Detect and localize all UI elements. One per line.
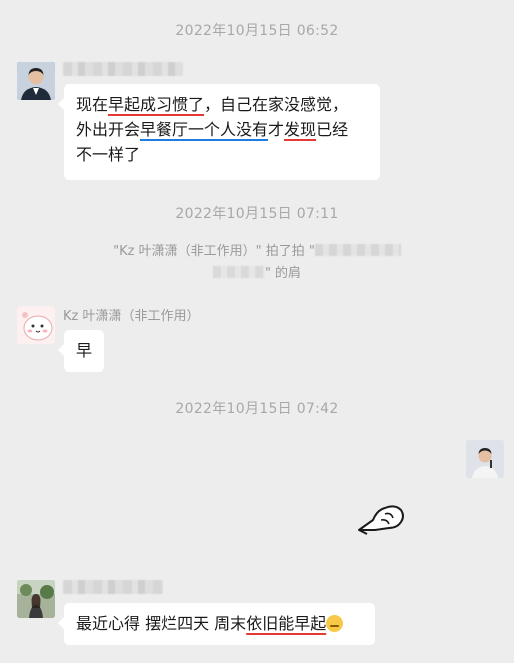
sender-name-blurred xyxy=(63,580,163,594)
message-line: 现在早起成习惯了，自己在家没感觉， xyxy=(76,95,349,114)
self-avatar[interactable] xyxy=(466,440,504,478)
highlighted-text: 早餐厅一个人没有 xyxy=(140,120,269,139)
timestamp: 2022年10月15日 07:11 xyxy=(175,206,339,222)
blurred-name xyxy=(314,244,401,256)
cartoon-avatar-icon xyxy=(17,306,55,344)
pat-notice-line2: " 的肩 xyxy=(0,263,514,285)
message-line: 不一样了 xyxy=(76,145,141,164)
sender-name-blurred xyxy=(63,62,183,76)
blurred-name xyxy=(212,266,265,278)
avatar[interactable] xyxy=(17,62,55,100)
photo-avatar-icon xyxy=(17,580,55,618)
fist-bump-icon[interactable] xyxy=(355,500,407,540)
highlighted-text: 发现 xyxy=(284,120,317,139)
thinking-face-icon xyxy=(326,615,344,632)
person-avatar-icon xyxy=(17,62,55,100)
person-avatar-icon xyxy=(466,440,504,478)
highlighted-text: 早起成习惯了 xyxy=(108,95,205,114)
message-line: 外出开会早餐厅一个人没有才发现已经 xyxy=(76,120,349,139)
avatar[interactable] xyxy=(17,306,55,344)
message-bubble[interactable]: 最近心得 摆烂四天 周末依旧能早起 xyxy=(58,603,375,645)
timestamp: 2022年10月15日 06:52 xyxy=(175,23,339,39)
avatar[interactable] xyxy=(17,580,55,618)
sender-name: Kz 叶潇潇（非工作用） xyxy=(63,309,200,324)
highlighted-text: 依旧能早起 xyxy=(246,614,327,633)
message-bubble[interactable]: 现在早起成习惯了，自己在家没感觉， 外出开会早餐厅一个人没有才发现已经 不一样了 xyxy=(58,84,380,180)
message-bubble[interactable]: 早 xyxy=(58,330,104,372)
timestamp: 2022年10月15日 07:42 xyxy=(175,401,339,417)
pat-notice: "Kz 叶潇潇（非工作用）" 拍了拍 " xyxy=(0,241,514,263)
